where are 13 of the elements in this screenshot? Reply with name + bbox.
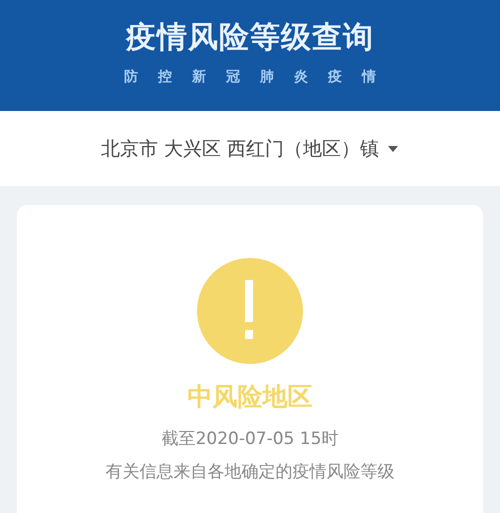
subtitle-character: 控: [158, 68, 172, 86]
subtitle-character: 情: [362, 68, 376, 86]
subtitle-character: 炎: [294, 68, 308, 86]
subtitle-character: 新: [192, 68, 206, 86]
subtitle-character: 疫: [328, 68, 342, 86]
risk-level: 中风险地区: [188, 381, 312, 413]
update-time: 截至2020-07-05 15时: [162, 428, 338, 450]
subtitle-character: 冠: [226, 68, 240, 86]
source-note: 有关信息来自各地确定的疫情风险等级: [106, 461, 394, 483]
subtitle-character: 防: [124, 68, 138, 86]
subtitle-character: 肺: [260, 68, 274, 86]
caret-icon: [387, 144, 400, 152]
page-title: 疫情风险等级查询: [126, 19, 374, 57]
